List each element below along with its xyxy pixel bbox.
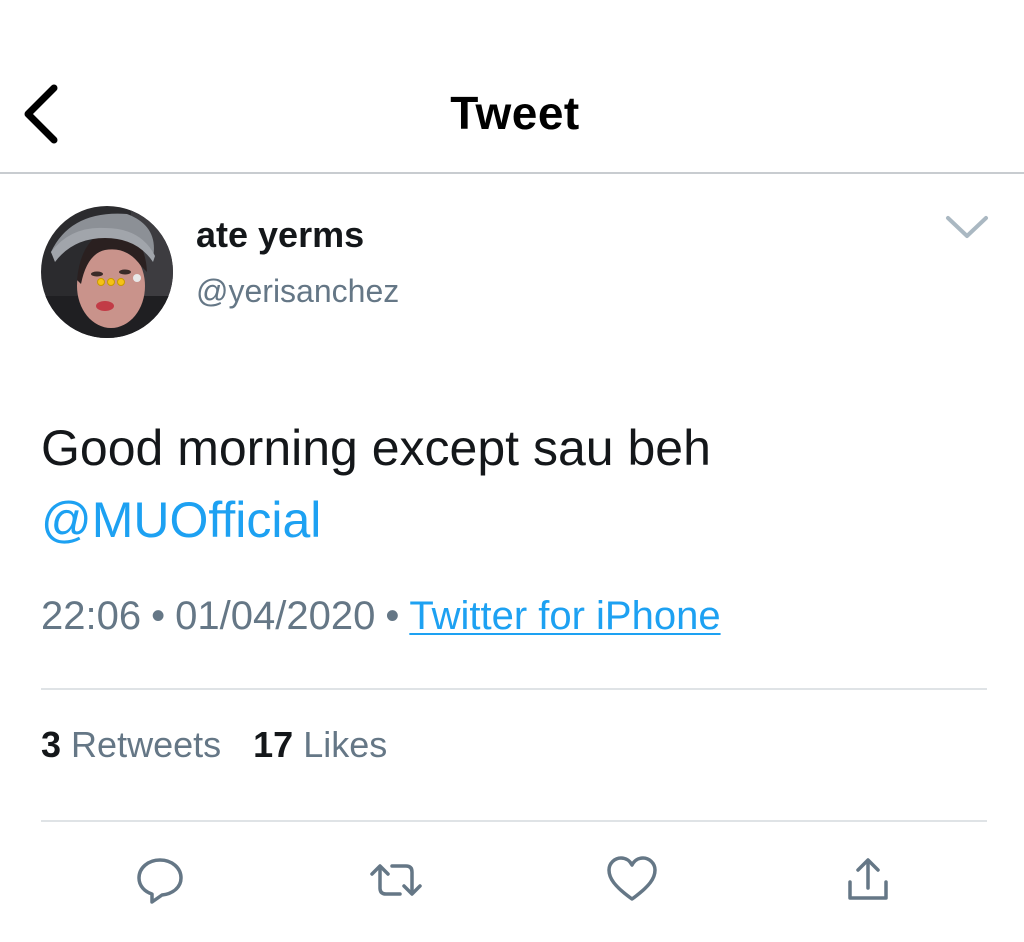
- retweet-button[interactable]: [368, 852, 424, 908]
- retweets-label: Retweets: [71, 724, 222, 765]
- heart-icon: [607, 856, 657, 901]
- tweet-time: 22:06: [41, 594, 142, 638]
- reply-button[interactable]: [132, 852, 188, 908]
- retweets-stat[interactable]: 3 Retweets: [41, 724, 231, 765]
- avatar-image: [41, 206, 173, 338]
- reply-icon: [137, 858, 183, 904]
- tweet-stats: 3 Retweets 17 Likes: [41, 724, 409, 766]
- likes-stat[interactable]: 17 Likes: [253, 724, 387, 765]
- share-icon: [848, 858, 888, 900]
- divider: [41, 820, 987, 822]
- divider: [41, 688, 987, 690]
- likes-count: 17: [253, 724, 294, 765]
- author-handle[interactable]: @yerisanchez: [196, 273, 399, 310]
- author-display-name[interactable]: ate yerms: [196, 214, 364, 256]
- chevron-down-icon: [946, 216, 988, 238]
- tweet-text: Good morning except sau beh: [41, 420, 711, 476]
- retweet-icon: [370, 864, 422, 896]
- top-navigation-bar: Tweet: [0, 0, 1024, 174]
- tweet-metadata: 22:06 • 01/04/2020 • Twitter for iPhone: [41, 594, 721, 639]
- separator-dot: •: [385, 594, 400, 638]
- retweets-count: 3: [41, 724, 62, 765]
- page-title: Tweet: [450, 87, 580, 139]
- share-button[interactable]: [840, 852, 896, 908]
- mention-link[interactable]: @MUOfficial: [41, 492, 321, 548]
- tweet-body: Good morning except sau beh @MUOfficial: [41, 412, 991, 556]
- tweet-date: 01/04/2020: [175, 594, 376, 638]
- tweet-options-button[interactable]: [940, 208, 994, 248]
- likes-label: Likes: [303, 724, 388, 765]
- tweet-source-link[interactable]: Twitter for iPhone: [409, 594, 720, 638]
- like-button[interactable]: [604, 852, 660, 908]
- separator-dot: •: [151, 594, 166, 638]
- avatar[interactable]: [41, 206, 173, 338]
